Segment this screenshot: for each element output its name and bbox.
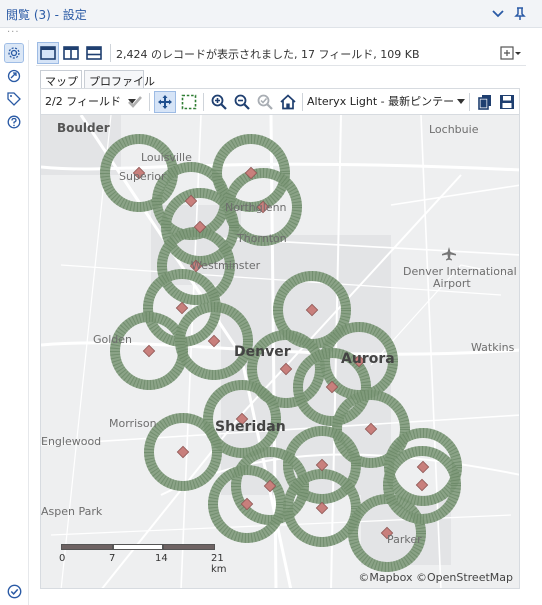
split-horizontal-icon[interactable] xyxy=(84,43,104,63)
chevron-down-icon[interactable] xyxy=(488,4,508,24)
map-label-denver: Denver xyxy=(234,344,291,360)
map-label-thornton: Thornton xyxy=(237,232,287,245)
map-label-boulder: Boulder xyxy=(57,121,110,135)
map-label-parker: Parker xyxy=(387,533,422,546)
zoom-in-icon[interactable] xyxy=(209,92,229,112)
copy-icon[interactable] xyxy=(475,92,495,112)
scale-segment xyxy=(61,544,113,550)
dropdown-arrow-icon[interactable] xyxy=(457,99,465,105)
map-label-louisville: Louisville xyxy=(141,151,192,164)
divider xyxy=(203,93,204,111)
scale-label: 21 km xyxy=(211,553,227,575)
rectangle-select-icon[interactable] xyxy=(179,92,199,112)
window-title: 閲覧 (3) - 設定 xyxy=(6,8,87,22)
single-pane-icon[interactable] xyxy=(37,42,59,64)
fields-select-value: 2/2 フィールド xyxy=(45,95,121,108)
settings-gear-icon[interactable] xyxy=(4,43,24,63)
point-marker[interactable] xyxy=(315,501,329,515)
basemap-select-value: Alteryx Light - 最新ピンテー xyxy=(307,95,455,108)
map-label-morrison: Morrison xyxy=(109,417,157,430)
scale-segment xyxy=(113,544,163,550)
rail-divider xyxy=(28,40,29,605)
save-icon[interactable] xyxy=(497,92,517,112)
scale-label: 14 xyxy=(155,553,168,564)
scale-segment xyxy=(163,544,215,550)
window-title-bar: 閲覧 (3) - 設定 xyxy=(0,0,542,28)
connection-arrow-icon[interactable] xyxy=(5,67,23,85)
view-bar: 2,424 のレコードが表示されました, 17 フィールド, 109 KB xyxy=(36,40,526,66)
scale-label: 7 xyxy=(109,553,116,564)
record-info: 2,424 のレコードが表示されました, 17 フィールド, 109 KB xyxy=(116,48,420,61)
map-label-golden: Golden xyxy=(93,333,133,346)
map-attribution[interactable]: ©Mapbox ©OpenStreetMap xyxy=(358,571,513,584)
divider xyxy=(110,44,111,62)
map-label-northglenn: Northglenn xyxy=(225,201,287,214)
basemap-select[interactable]: Alteryx Light - 最新ピンテー xyxy=(307,93,469,111)
scale-label: 0 xyxy=(59,553,66,564)
tab-map[interactable]: マップ xyxy=(40,70,82,88)
fields-select[interactable]: 2/2 フィールド xyxy=(45,93,137,109)
tag-icon[interactable] xyxy=(5,90,23,108)
map-label-sheridan: Sheridan xyxy=(215,419,286,435)
tab-profile[interactable]: プロファイル xyxy=(84,70,155,88)
map-label-airport: Airport xyxy=(433,277,471,290)
pan-move-icon[interactable] xyxy=(154,91,176,113)
map-canvas[interactable]: Boulder Lochbuie Louisville Superior Nor… xyxy=(40,114,520,589)
point-marker[interactable] xyxy=(415,478,429,492)
zoom-to-selection-icon[interactable] xyxy=(255,92,275,112)
map-label-superior: Superior xyxy=(119,170,166,183)
home-icon[interactable] xyxy=(278,92,298,112)
zoom-out-icon[interactable] xyxy=(232,92,252,112)
map-label-englewood: Englewood xyxy=(41,435,102,448)
browse-panel: 2,424 のレコードが表示されました, 17 フィールド, 109 KB マッ… xyxy=(36,40,526,600)
split-vertical-icon[interactable] xyxy=(61,43,81,63)
point-marker[interactable] xyxy=(207,334,221,348)
point-marker[interactable] xyxy=(175,301,189,315)
divider xyxy=(469,93,470,111)
divider xyxy=(302,93,303,111)
check-icon[interactable] xyxy=(125,92,145,112)
map-label-watkins: Watkins xyxy=(471,341,515,354)
help-icon[interactable] xyxy=(5,113,23,131)
checkmark-circle-icon[interactable] xyxy=(5,582,23,600)
left-tool-rail xyxy=(0,40,28,605)
map-label-lochbuie: Lochbuie xyxy=(429,123,479,136)
map-label-aurora: Aurora xyxy=(341,351,395,367)
scale-bar: 0 7 14 21 km xyxy=(59,544,231,575)
pin-icon[interactable] xyxy=(510,4,530,24)
map-toolbar: 2/2 フィールド Alteryx Light - 最新ピンテー xyxy=(40,88,520,114)
point-marker[interactable] xyxy=(142,344,156,358)
point-marker[interactable] xyxy=(416,460,430,474)
divider xyxy=(149,93,150,111)
map-label-aspen-park: Aspen Park xyxy=(41,505,103,518)
add-window-icon[interactable] xyxy=(498,43,524,63)
overflow-dots: ··· xyxy=(7,27,20,38)
map-label-westminster: Westminster xyxy=(191,259,261,272)
airport-icon xyxy=(442,247,456,261)
